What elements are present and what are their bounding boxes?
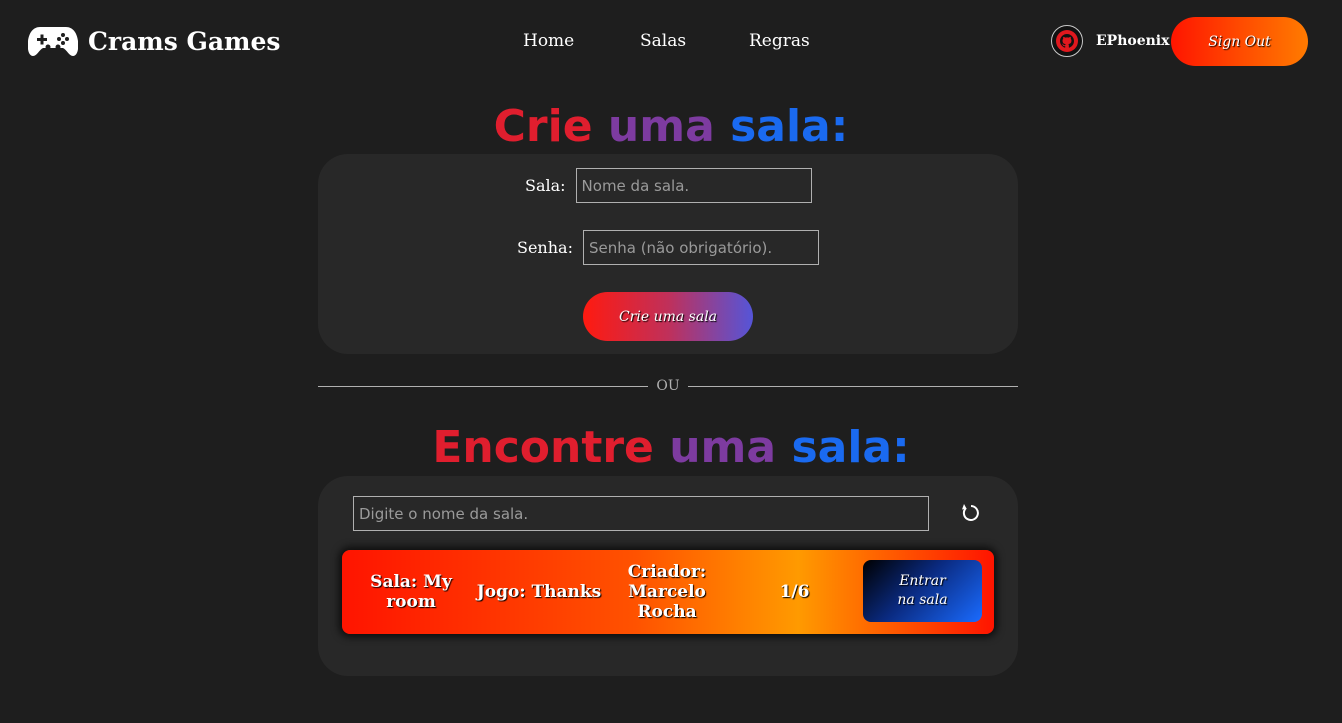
title-word: Crie bbox=[493, 101, 593, 152]
enter-label-line: na sala bbox=[897, 592, 948, 608]
top-navbar: Crams Games Home Salas Regras EPhoenix S… bbox=[0, 0, 1342, 84]
find-room-panel: Sala: My room Jogo: Thanks Criador: Marc… bbox=[318, 476, 1018, 676]
gamepad-icon bbox=[28, 27, 78, 56]
enter-label-line: Entrar bbox=[899, 573, 946, 589]
brand-logo[interactable]: Crams Games bbox=[28, 24, 280, 58]
password-input[interactable] bbox=[582, 230, 819, 265]
password-row: Senha: bbox=[517, 230, 819, 265]
title-word: uma bbox=[669, 422, 777, 473]
room-name-row: Sala: bbox=[525, 168, 812, 203]
nav-salas[interactable]: Salas bbox=[640, 31, 686, 51]
sign-out-button[interactable]: Sign Out bbox=[1171, 17, 1308, 66]
room-card: Sala: My room Jogo: Thanks Criador: Marc… bbox=[342, 550, 994, 634]
room-name-line: room bbox=[386, 592, 436, 612]
room-search-input[interactable] bbox=[353, 496, 929, 531]
room-game-cell: Jogo: Thanks bbox=[476, 582, 602, 602]
room-name-cell: Sala: My room bbox=[356, 550, 466, 634]
enter-room-button[interactable]: Entrar na sala bbox=[863, 560, 982, 622]
title-word: uma bbox=[607, 101, 715, 152]
creator-line: Marcelo bbox=[628, 582, 706, 602]
room-creator-cell: Criador: Marcelo Rocha bbox=[612, 550, 722, 634]
creator-line: Rocha bbox=[637, 602, 697, 622]
nav-regras[interactable]: Regras bbox=[749, 31, 810, 51]
github-icon bbox=[1056, 30, 1078, 52]
title-word: sala: bbox=[791, 422, 910, 473]
find-room-title: Encontre uma sala: bbox=[0, 426, 1342, 470]
brand-name: Crams Games bbox=[88, 26, 281, 56]
username: EPhoenix bbox=[1096, 33, 1170, 49]
password-label: Senha: bbox=[517, 238, 573, 257]
or-divider: OU bbox=[318, 376, 1018, 396]
create-room-panel: Sala: Senha: Crie uma sala bbox=[318, 154, 1018, 354]
creator-line: Criador: bbox=[627, 562, 707, 582]
divider-text: OU bbox=[656, 378, 680, 394]
room-name-label: Sala: bbox=[525, 176, 566, 195]
refresh-icon[interactable] bbox=[960, 502, 982, 524]
room-players-cell: 1/6 bbox=[779, 582, 810, 602]
avatar[interactable] bbox=[1051, 25, 1083, 57]
room-name-line: Sala: My bbox=[370, 572, 452, 592]
title-word: sala: bbox=[730, 101, 849, 152]
create-room-title: Crie uma sala: bbox=[0, 105, 1342, 149]
divider-line bbox=[687, 385, 1018, 387]
divider-line bbox=[318, 385, 649, 387]
create-room-button[interactable]: Crie uma sala bbox=[583, 292, 753, 341]
title-word: Encontre bbox=[432, 422, 654, 473]
room-name-input[interactable] bbox=[575, 168, 812, 203]
nav-home[interactable]: Home bbox=[523, 31, 574, 51]
